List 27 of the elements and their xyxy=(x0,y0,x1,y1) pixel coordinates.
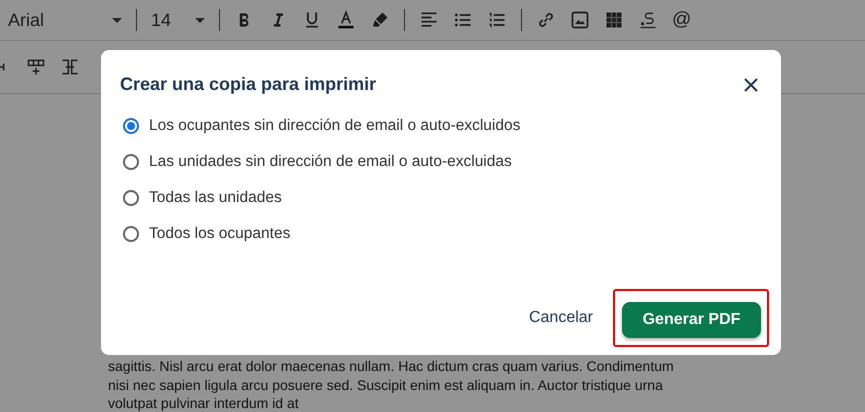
dialog-title: Crear una copia para imprimir xyxy=(120,74,376,95)
radio-option[interactable]: Las unidades sin dirección de email o auto-excluidas xyxy=(123,153,761,171)
document-text: volutpat pulvinar interdum id at xyxy=(108,394,300,412)
table-split-icon[interactable] xyxy=(60,57,80,77)
font-dropdown[interactable]: Arial xyxy=(8,10,98,30)
radio-button[interactable] xyxy=(123,154,139,170)
image-icon[interactable] xyxy=(570,10,590,30)
clear-format-icon[interactable] xyxy=(638,10,658,30)
numbered-list-icon[interactable] xyxy=(487,10,507,30)
generate-pdf-button[interactable]: Generar PDF xyxy=(622,302,761,338)
table-icon[interactable] xyxy=(604,10,624,30)
radio-option[interactable]: Todas las unidades xyxy=(123,189,761,207)
document-text: sagittis. Nisl arcu erat dolor maecenas nullam. Hac dictum cras quam varius. Condimentum xyxy=(108,357,675,376)
caret-icon[interactable] xyxy=(112,18,122,22)
link-icon[interactable] xyxy=(536,10,556,30)
radio-button[interactable] xyxy=(123,118,139,134)
caret-icon[interactable] xyxy=(195,18,205,22)
radio-option[interactable]: Los ocupantes sin dirección de email o auto-excluidos xyxy=(123,117,761,135)
radio-button[interactable] xyxy=(123,190,139,206)
radio-button[interactable] xyxy=(123,226,139,242)
table-row-insert-icon[interactable] xyxy=(26,57,46,77)
text-color-icon[interactable] xyxy=(336,10,356,30)
radio-option[interactable]: Todos los ocupantes xyxy=(123,225,761,243)
document-text: nisi nec sapien ligula arcu posuere sed. Suscipit enim est aliquam in. Auctor tristique urna xyxy=(108,376,664,394)
font-size-dropdown[interactable]: 14 xyxy=(151,10,181,30)
mention-button[interactable]: @ xyxy=(672,9,692,31)
cancel-button[interactable]: Cancelar xyxy=(522,308,599,328)
